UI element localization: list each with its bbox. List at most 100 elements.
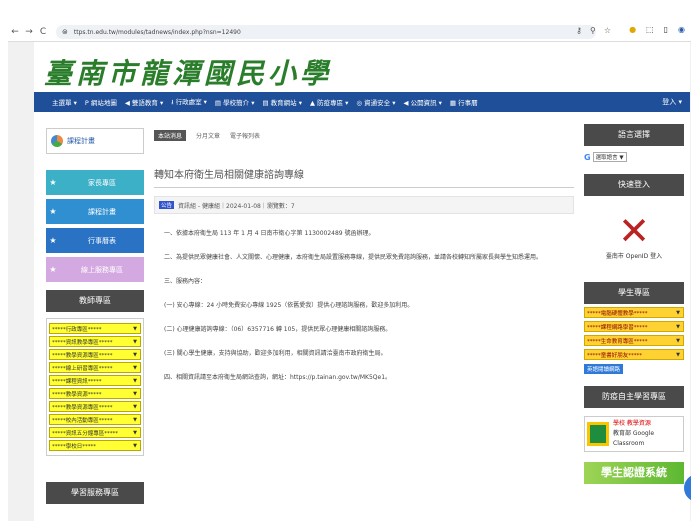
extension-icon[interactable]: ● xyxy=(629,25,636,34)
sidebar-item-parents[interactable]: ★ 家長專區 xyxy=(46,170,144,195)
course-plan-label: 課程計畫 xyxy=(67,137,95,145)
language-select[interactable]: 選取語言 ▼ xyxy=(592,152,627,162)
sidebar-item-label: 線上服務專區 xyxy=(81,265,123,274)
teacher-select[interactable]: *****學校日***** ▼ xyxy=(49,440,141,451)
article-title: 轉知本府衛生局相關健康諮詢專線 xyxy=(154,170,304,181)
classroom-title: 防疫自主學習專區 xyxy=(584,386,684,408)
url-text: ttps.tn.edu.tw/modules/tadnews/index.php… xyxy=(73,28,241,36)
extension-icons: ● ⬚ ▯ ◉ xyxy=(629,25,685,34)
category-badge[interactable]: 公告 xyxy=(159,201,175,209)
crumb-newsletter[interactable]: 電子報列表 xyxy=(230,131,260,140)
student-select[interactable]: *****生命教育專區***** ▼ xyxy=(584,335,684,346)
sidebar-item-calendar[interactable]: ★ 行事曆表 xyxy=(46,228,144,253)
teacher-select[interactable]: *****線上研習專區***** ▼ xyxy=(49,362,141,373)
chevron-down-icon: ▼ xyxy=(133,442,137,449)
sidebar-item-online-services[interactable]: ★ 線上服務專區 xyxy=(46,257,144,282)
chevron-down-icon: ▼ xyxy=(133,377,137,384)
chevron-down-icon: ▼ xyxy=(133,364,137,371)
chevron-down-icon: ▼ xyxy=(133,416,137,423)
classroom-text: 學校 教學資源 教育部 Google Classroom xyxy=(613,420,655,447)
breadcrumb: 本站消息 分月文章 電子報列表 xyxy=(154,128,574,142)
teacher-select[interactable]: *****教學資源專區***** ▼ xyxy=(49,349,141,360)
back-icon[interactable]: ← xyxy=(8,27,22,37)
chevron-down-icon: ▼ xyxy=(133,403,137,410)
right-sidebar: 語言選擇 G 選取語言 ▼ 快速登入 ✕ 臺南市 OpenID 登入 學生專區 … xyxy=(584,124,684,484)
chevron-down-icon: ▼ xyxy=(133,390,137,397)
puzzle-icon[interactable]: ⬚ xyxy=(646,25,654,34)
classroom-link[interactable]: 學校 教學資源 教育部 Google Classroom xyxy=(584,416,684,452)
course-plan-banner[interactable]: 課程計畫 xyxy=(46,128,144,154)
crumb-news[interactable]: 本站消息 xyxy=(154,129,187,141)
article-body: 一、依據本府衛生局 113 年 1 月 4 日南市衛心字第 1130002489… xyxy=(154,228,574,384)
google-icon: G xyxy=(584,152,591,162)
student-select[interactable]: *****童書好朋友***** ▼ xyxy=(584,349,684,360)
address-bar[interactable]: ⊜ ttps.tn.edu.tw/modules/tadnews/index.p… xyxy=(56,25,596,39)
teacher-select[interactable]: *****教學資源專區***** ▼ xyxy=(49,401,141,412)
meta-text: 資訊組 - 健康組｜2024-01-08｜瀏覽數：7 xyxy=(178,202,295,210)
student-cert-banner[interactable]: 學生認證系統 xyxy=(584,462,684,484)
chevron-down-icon: ▼ xyxy=(676,309,680,316)
main-nav: 主選單 ▾ P 網站地圖 ◀ 雙語教育 ▾ ⭳ 行政處室 ▾ ▤ 學校簡介 ▾ … xyxy=(34,92,690,112)
browser-toolbar: ← → C ⊜ ttps.tn.edu.tw/modules/tadnews/i… xyxy=(8,22,691,42)
student-select[interactable]: *****電腦硬體教學***** ▼ xyxy=(584,307,684,318)
zoom-icon[interactable]: ⚲ xyxy=(590,26,596,35)
profile-icon[interactable]: ◉ xyxy=(678,25,685,34)
chevron-down-icon: ▼ xyxy=(676,351,680,358)
site-logo[interactable]: 臺南市龍潭國民小學 xyxy=(44,52,332,92)
openid-caption: 臺南市 OpenID 登入 xyxy=(605,252,663,260)
nav-item[interactable]: ◎ 資通安全 ▾ xyxy=(356,97,395,107)
teacher-select[interactable]: *****校內活動專區***** ▼ xyxy=(49,414,141,425)
star-icon[interactable]: ☆ xyxy=(604,26,611,35)
sidepanel-icon[interactable]: ▯ xyxy=(664,25,668,34)
nav-item[interactable]: ▤ 教育網站 ▾ xyxy=(262,97,302,107)
paragraph: (二) 心理健康諮詢專線：（06）6357716 轉 105，提供民眾心理健康相… xyxy=(164,326,392,333)
teacher-select[interactable]: *****行政專區***** ▼ xyxy=(49,323,141,334)
nav-item[interactable]: ◀ 雙語教育 ▾ xyxy=(125,97,163,107)
paragraph: 一、依據本府衛生局 113 年 1 月 4 日南市衛心字第 1130002489… xyxy=(164,230,375,237)
student-select[interactable]: *****課程網路學習***** ▼ xyxy=(584,321,684,332)
teacher-select[interactable]: *****資訊教學專區***** ▼ xyxy=(49,336,141,347)
chevron-down-icon: ▼ xyxy=(133,325,137,332)
address-bar-actions: ⚷ ⚲ ☆ xyxy=(576,26,611,35)
teacher-select[interactable]: *****教學資源***** ▼ xyxy=(49,388,141,399)
crumb-monthly[interactable]: 分月文章 xyxy=(196,131,220,140)
article-meta: 公告 資訊組 - 健康組｜2024-01-08｜瀏覽數：7 xyxy=(154,196,574,214)
star-icon: ★ xyxy=(49,236,57,245)
chevron-down-icon: ▼ xyxy=(133,338,137,345)
learning-section-title: 學習服務專區 xyxy=(46,482,144,504)
site-info-icon[interactable]: ⊜ xyxy=(62,28,68,36)
teacher-select[interactable]: *****資訊五分鐘專區***** ▼ xyxy=(49,427,141,438)
nav-item[interactable]: 主選單 ▾ xyxy=(52,97,77,107)
nav-item[interactable]: ◀ 公開資訊 ▾ xyxy=(404,97,442,107)
english-reading-button[interactable]: 英語閱讀網路 xyxy=(584,364,624,374)
nav-item[interactable]: ▲ 防疫專區 ▾ xyxy=(310,97,348,107)
paragraph: (一) 安心專線：24 小時免費安心專線 1925（依舊愛我）提供心理諮詢服務，… xyxy=(164,302,414,309)
google-translate[interactable]: G 選取語言 ▼ xyxy=(584,150,684,164)
login-button[interactable]: 登入 ▾ xyxy=(662,97,682,107)
star-icon: ★ xyxy=(49,178,57,187)
sidebar-item-label: 家長專區 xyxy=(88,178,116,187)
language-title: 語言選擇 xyxy=(584,124,684,146)
course-plan-icon xyxy=(51,135,63,147)
reload-icon[interactable]: C xyxy=(36,27,50,37)
divider xyxy=(154,187,574,188)
nav-item[interactable]: ▦ 行事曆 xyxy=(450,97,478,107)
paragraph: 二、為提供民眾健康社會、人文關懷、心理健康，本府衛生局設置服務專線，提供民眾免費… xyxy=(164,254,543,261)
nav-item[interactable]: ▤ 學校簡介 ▾ xyxy=(215,97,255,107)
sidebar-item-label: 課程計畫 xyxy=(88,207,116,216)
teacher-select[interactable]: *****課程資訊***** ▼ xyxy=(49,375,141,386)
forward-icon[interactable]: → xyxy=(22,27,36,37)
sidebar-item-course-plan[interactable]: ★ 課程計畫 xyxy=(46,199,144,224)
nav-item[interactable]: P 網站地圖 xyxy=(85,97,117,107)
chevron-down-icon: ▼ xyxy=(133,351,137,358)
site-container: 臺南市龍潭國民小學 主選單 ▾ P 網站地圖 ◀ 雙語教育 ▾ ⭳ 行政處室 ▾… xyxy=(34,42,690,521)
classroom-icon xyxy=(587,422,609,446)
nav-item[interactable]: ⭳ 行政處室 ▾ xyxy=(171,96,207,109)
password-icon[interactable]: ⚷ xyxy=(576,26,582,35)
tainan-logo-icon: ✕ xyxy=(618,208,650,253)
star-icon: ★ xyxy=(49,265,57,274)
teacher-section-title: 教師專區 xyxy=(46,290,144,312)
chevron-down-icon: ▼ xyxy=(676,337,680,344)
main-content: 本站消息 分月文章 電子報列表 轉知本府衛生局相關健康諮詢專線 公告 資訊組 -… xyxy=(154,128,574,396)
openid-login[interactable]: ✕ 臺南市 OpenID 登入 xyxy=(584,200,684,270)
